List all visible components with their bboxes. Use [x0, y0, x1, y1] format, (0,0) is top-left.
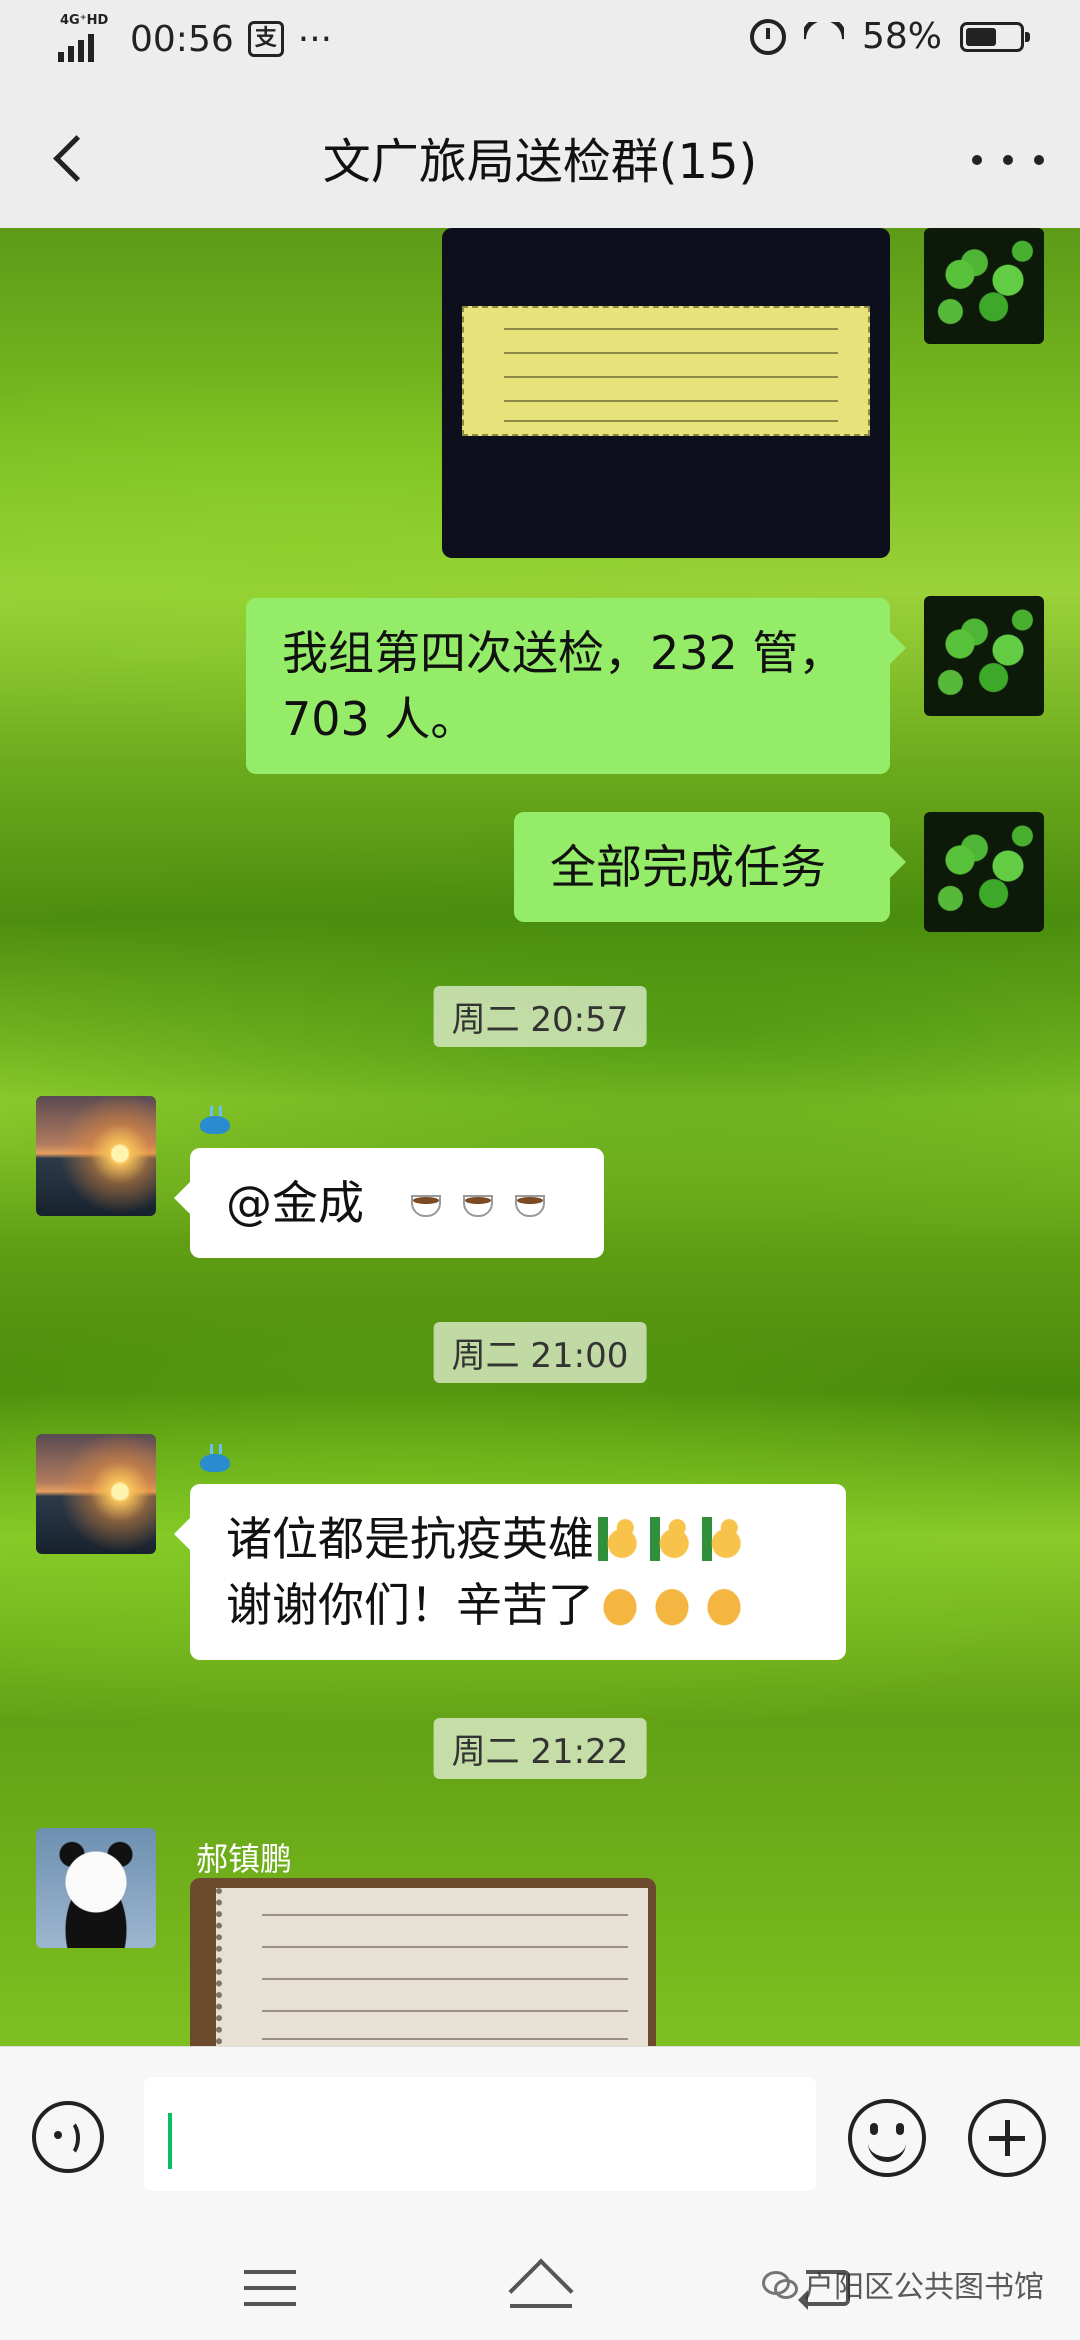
alipay-icon: 支 — [247, 21, 284, 57]
message-bubble-outgoing[interactable]: 全部完成任务 — [514, 812, 906, 922]
wechat-logo-icon — [762, 2271, 798, 2299]
message-input[interactable] — [144, 2077, 816, 2191]
avatar-self[interactable] — [924, 596, 1044, 716]
wifi-icon — [803, 21, 844, 52]
praying-hands-emoji-icon — [598, 1583, 642, 1627]
chat-header: 文广旅局送检群(15) — [0, 84, 1080, 228]
message-text: @金成 — [226, 1176, 364, 1230]
avatar-contact[interactable] — [36, 1434, 156, 1554]
status-time: 00:56 — [130, 18, 234, 60]
watermark-text: 户阳区公共图书馆 — [804, 2270, 1044, 2305]
message-text: 全部完成任务 — [550, 840, 826, 894]
avatar-contact[interactable] — [36, 1096, 156, 1216]
message-text-line: 谢谢你们！辛苦了 — [226, 1578, 594, 1632]
thumbs-up-emoji-icon — [650, 1517, 694, 1561]
message-bubble-outgoing[interactable]: 我组第四次送检，232 管，703 人。 — [246, 598, 906, 774]
message-text-line: 诸位都是抗疫英雄 — [226, 1512, 594, 1566]
coffee-emoji-icon — [407, 1181, 451, 1225]
chat-title: 文广旅局送检群(15) — [322, 134, 758, 190]
avatar-self[interactable] — [924, 812, 1044, 932]
message-bubble-incoming[interactable]: @金成 — [174, 1148, 604, 1258]
timestamp: 周二 21:00 — [433, 1322, 647, 1383]
home-icon[interactable] — [506, 2264, 576, 2310]
text-caret — [168, 2113, 172, 2169]
watermark: 户阳区公共图书馆 — [762, 2262, 1044, 2306]
coffee-emoji-icon — [459, 1181, 503, 1225]
praying-hands-emoji-icon — [702, 1583, 746, 1627]
battery-percent: 58% — [861, 16, 942, 57]
recent-apps-icon[interactable] — [244, 2270, 296, 2310]
avatar-self[interactable] — [924, 228, 1044, 344]
whale-icon — [196, 1444, 234, 1474]
praying-hands-emoji-icon — [650, 1583, 694, 1627]
alarm-icon — [749, 18, 786, 55]
message-bubble-incoming[interactable]: 诸位都是抗疫英雄 谢谢你们！辛苦了 — [174, 1484, 846, 1660]
timestamp: 周二 20:57 — [433, 986, 647, 1047]
input-bar — [0, 2046, 1080, 2223]
image-message-form[interactable] — [190, 1878, 656, 2046]
coffee-emoji-icon — [511, 1181, 555, 1225]
more-notifications-icon: ··· — [297, 18, 333, 60]
message-text: 我组第四次送检，232 管，703 人。 — [282, 626, 845, 746]
system-nav-bar: 户阳区公共图书馆 — [0, 2222, 1080, 2340]
avatar-contact[interactable] — [36, 1828, 156, 1948]
voice-input-icon[interactable] — [32, 2101, 104, 2173]
cell-signal-icon: 4G⁺HD — [58, 14, 116, 64]
thumbs-up-emoji-icon — [598, 1517, 642, 1561]
add-attachment-icon[interactable] — [968, 2099, 1046, 2177]
emoji-icon[interactable] — [848, 2099, 926, 2177]
chat-area[interactable]: 我组第四次送检，232 管，703 人。 全部完成任务 周二 20:57 @金成… — [0, 228, 1080, 2046]
whale-icon — [196, 1106, 234, 1136]
thumbs-up-emoji-icon — [702, 1517, 746, 1561]
battery-icon — [960, 21, 1030, 52]
status-bar: 4G⁺HD 00:56 支 ··· 58% — [0, 0, 1080, 84]
network-label: 4G⁺HD — [60, 13, 109, 28]
timestamp: 周二 21:22 — [433, 1718, 647, 1779]
image-message-form[interactable] — [442, 228, 890, 558]
more-options-icon[interactable] — [972, 130, 1044, 190]
sender-name: 郝镇鹏 — [196, 1840, 293, 1878]
